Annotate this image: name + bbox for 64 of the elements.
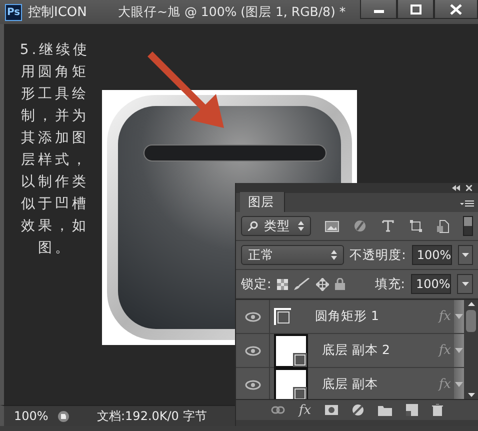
document-icon[interactable] bbox=[437, 220, 450, 232]
move-icon[interactable] bbox=[316, 278, 330, 290]
lock-icon[interactable] bbox=[335, 278, 346, 290]
updown-arrows-icon bbox=[330, 250, 337, 260]
image-icon[interactable] bbox=[324, 220, 339, 232]
fill-field[interactable]: 100% bbox=[411, 274, 451, 294]
fx-icon[interactable]: fx bbox=[298, 402, 312, 418]
layers-tab[interactable]: 图层 bbox=[240, 192, 285, 212]
close-icon[interactable] bbox=[466, 185, 472, 191]
document-info: 文档:192.0K/0 字节 bbox=[97, 408, 207, 424]
instruction-text: 5.继续使用圆角矩形工具绘制，并为其添加图层样式，以制作类似于凹槽效果，如图。 bbox=[18, 41, 92, 258]
fill-label: 填充: bbox=[374, 276, 405, 292]
scroll-up-icon[interactable] bbox=[468, 302, 474, 306]
layer-thumbnail bbox=[274, 334, 308, 368]
caret-icon[interactable] bbox=[455, 348, 463, 353]
link-icon[interactable] bbox=[270, 406, 285, 414]
collapse-icon[interactable] bbox=[452, 185, 460, 191]
close-icon bbox=[450, 4, 462, 14]
updown-arrows-icon bbox=[298, 221, 304, 231]
type-icon[interactable] bbox=[382, 220, 394, 232]
maximize-icon bbox=[410, 4, 422, 14]
shape-layer-icon bbox=[274, 308, 292, 326]
blend-mode-select[interactable]: 正常 bbox=[241, 245, 344, 265]
document-title: 大眼仔~旭 @ 100% (图层 1, RGB/8) * bbox=[118, 4, 346, 20]
dropdown-button[interactable] bbox=[458, 245, 473, 265]
layer-thumbnail bbox=[274, 368, 308, 399]
caret-icon[interactable] bbox=[455, 382, 463, 387]
eye-icon[interactable] bbox=[244, 380, 260, 390]
zoom-level: 100% bbox=[13, 409, 50, 423]
shape-icon[interactable] bbox=[410, 220, 422, 232]
app-logo: Ps bbox=[5, 4, 22, 20]
brush-icon[interactable] bbox=[294, 278, 310, 290]
effects-icon: fx bbox=[438, 377, 451, 392]
scroll-down-icon[interactable] bbox=[468, 393, 474, 397]
mask-icon[interactable] bbox=[325, 405, 338, 415]
toggle-switch[interactable] bbox=[463, 216, 473, 236]
new-layer-icon[interactable] bbox=[406, 404, 418, 416]
circle-icon[interactable] bbox=[354, 220, 366, 232]
app-title: 控制ICON bbox=[28, 4, 88, 21]
caret-icon bbox=[462, 253, 469, 257]
effects-icon: fx bbox=[438, 343, 451, 358]
checkerboard-icon[interactable] bbox=[277, 278, 288, 290]
eye-icon[interactable] bbox=[244, 346, 260, 356]
dropdown-button[interactable] bbox=[457, 274, 473, 294]
adjustment-icon[interactable] bbox=[352, 404, 364, 416]
search-icon bbox=[248, 221, 258, 231]
preview-icon[interactable] bbox=[58, 410, 69, 422]
eye-icon[interactable] bbox=[244, 312, 260, 322]
lock-label: 锁定: bbox=[241, 276, 272, 292]
close-button[interactable] bbox=[434, 0, 478, 19]
effects-icon: fx bbox=[438, 309, 451, 324]
minimize-button[interactable] bbox=[360, 0, 397, 19]
filter-select[interactable]: 类型 bbox=[241, 216, 311, 236]
scrollbar-thumb[interactable] bbox=[466, 310, 476, 332]
caret-icon[interactable] bbox=[455, 314, 463, 319]
layer-name[interactable]: 底层 副本 2 bbox=[322, 342, 439, 359]
layer-name[interactable]: 底层 副本 bbox=[322, 376, 439, 393]
opacity-field[interactable]: 100% bbox=[412, 245, 452, 265]
menu-icon[interactable] bbox=[460, 200, 474, 208]
caret-icon bbox=[462, 282, 468, 286]
maximize-button[interactable] bbox=[397, 0, 434, 19]
trash-icon[interactable] bbox=[432, 404, 444, 416]
opacity-label: 不透明度: bbox=[350, 246, 406, 264]
layer-name[interactable]: 圆角矩形 1 bbox=[315, 308, 439, 325]
